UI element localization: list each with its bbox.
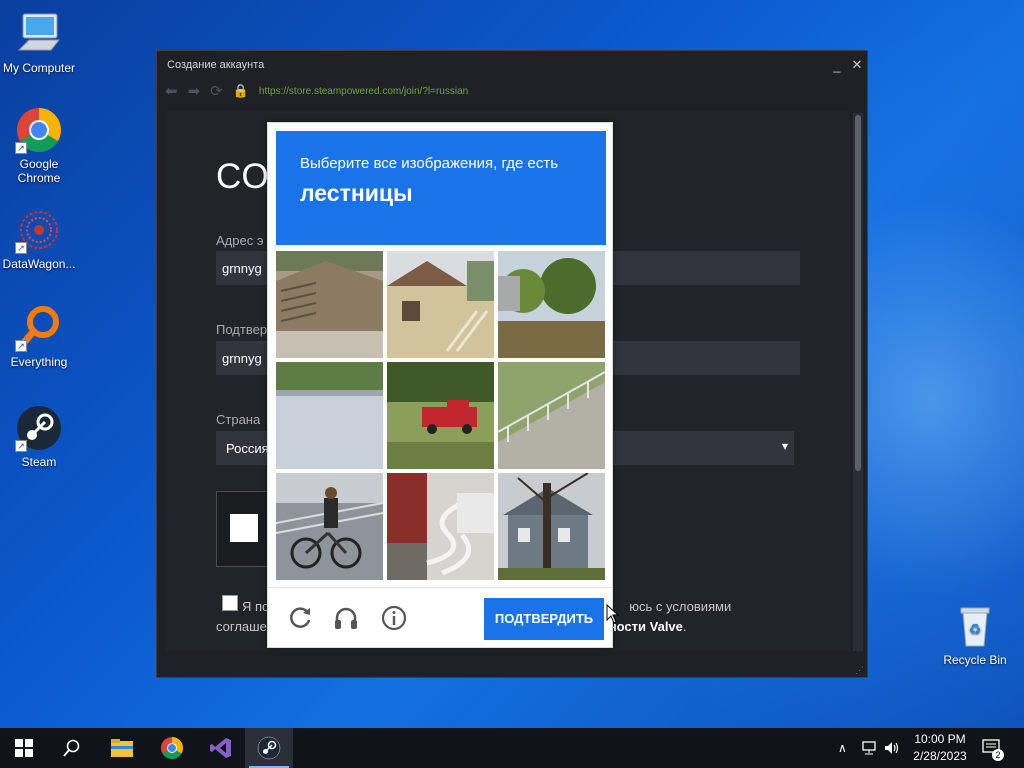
hcaptcha-challenge: Выберите все изображения, где есть лестн… bbox=[267, 122, 613, 648]
desktop-icon-google-chrome[interactable]: ↗ Google Chrome bbox=[0, 106, 78, 185]
shortcut-arrow-icon: ↗ bbox=[15, 142, 27, 154]
search-icon bbox=[63, 739, 80, 757]
notification-center-button[interactable]: 2 bbox=[982, 728, 1004, 768]
desktop-icon-recycle-bin[interactable]: ♻ Recycle Bin bbox=[936, 602, 1014, 667]
url-text[interactable]: https://store.steampowered.com/join/?l=r… bbox=[259, 86, 468, 97]
show-hidden-icons-button[interactable]: ∧ bbox=[838, 728, 847, 768]
challenge-image-grid bbox=[276, 251, 606, 581]
forward-arrow-icon[interactable]: ➡ bbox=[188, 82, 201, 100]
start-button[interactable] bbox=[0, 728, 48, 768]
challenge-tile-outdoor-stairs[interactable] bbox=[276, 251, 383, 358]
desktop-icon-datawagon[interactable]: ↗ DataWagon... bbox=[0, 206, 78, 271]
steam-icon: ↗ bbox=[15, 404, 63, 452]
chrome-icon bbox=[161, 737, 183, 759]
taskbar-visual-studio[interactable] bbox=[197, 728, 245, 768]
taskbar-search-button[interactable] bbox=[48, 728, 96, 768]
clock-time: 10:00 PM bbox=[914, 732, 966, 746]
challenge-tile-house-tree[interactable] bbox=[498, 473, 605, 580]
email-label: Адрес э bbox=[216, 233, 264, 248]
everything-search-icon: ↗ bbox=[15, 304, 63, 352]
desktop-icon-label: Recycle Bin bbox=[943, 653, 1007, 667]
volume-icon[interactable] bbox=[884, 728, 900, 768]
challenge-tile-stairway-railing[interactable] bbox=[498, 362, 605, 469]
taskbar: ∧ 10:00 PM 2/28/2023 2 bbox=[0, 728, 1024, 768]
steam-icon bbox=[257, 736, 281, 760]
taskbar-steam[interactable] bbox=[245, 728, 293, 768]
headphones-audio-icon[interactable] bbox=[332, 604, 360, 632]
challenge-tile-spiral-staircase[interactable] bbox=[387, 473, 494, 580]
challenge-tile-red-truck[interactable] bbox=[387, 362, 494, 469]
challenge-tile-cyclist[interactable] bbox=[276, 473, 383, 580]
window-title: Создание аккаунта bbox=[167, 59, 265, 71]
challenge-header: Выберите все изображения, где есть лестн… bbox=[276, 131, 606, 245]
desktop-icon-label: Everything bbox=[10, 355, 68, 369]
country-label: Страна bbox=[216, 412, 261, 427]
shortcut-arrow-icon: ↗ bbox=[15, 340, 27, 352]
clock-date: 2/28/2023 bbox=[913, 749, 967, 763]
file-explorer-icon bbox=[111, 739, 133, 757]
close-button[interactable]: ✕ bbox=[847, 57, 867, 73]
challenge-tile-sidewalk-planter[interactable] bbox=[276, 362, 383, 469]
recycle-bin-icon: ♻ bbox=[951, 602, 999, 650]
system-clock[interactable]: 10:00 PM 2/28/2023 bbox=[900, 731, 980, 765]
desktop-icon-label: Google Chrome bbox=[17, 157, 61, 185]
network-icon[interactable] bbox=[862, 728, 878, 768]
confirm-email-label: Подтвер bbox=[216, 322, 268, 337]
challenge-tile-house-stairs[interactable] bbox=[387, 251, 494, 358]
notification-badge: 2 bbox=[992, 749, 1004, 761]
chrome-icon: ↗ bbox=[15, 106, 63, 154]
computer-icon bbox=[15, 10, 63, 58]
shortcut-arrow-icon: ↗ bbox=[15, 440, 27, 452]
chevron-up-icon: ∧ bbox=[838, 741, 847, 755]
window-titlebar[interactable]: Создание аккаунта _ ✕ bbox=[157, 51, 867, 79]
challenge-footer: ПОДТВЕРДИТЬ bbox=[268, 587, 612, 647]
visual-studio-icon bbox=[210, 738, 231, 758]
mouse-cursor-icon bbox=[606, 603, 620, 629]
desktop-icon-my-computer[interactable]: My Computer bbox=[0, 10, 78, 75]
reload-icon[interactable]: ⟳ bbox=[210, 82, 223, 100]
datawagon-icon: ↗ bbox=[15, 206, 63, 254]
start-icon bbox=[15, 739, 33, 757]
challenge-tile-yard-trees[interactable] bbox=[498, 251, 605, 358]
info-icon[interactable] bbox=[380, 604, 408, 632]
taskbar-file-explorer[interactable] bbox=[98, 728, 146, 768]
refresh-icon[interactable] bbox=[286, 604, 314, 632]
vertical-scrollbar[interactable] bbox=[853, 113, 863, 651]
country-value: Россия bbox=[226, 441, 269, 456]
challenge-prompt: Выберите все изображения, где есть bbox=[300, 155, 559, 172]
challenge-target: лестницы bbox=[300, 180, 413, 206]
browser-navbar: ⬅ ➡ ⟳ 🔒 https://store.steampowered.com/j… bbox=[157, 79, 867, 103]
verify-button[interactable]: ПОДТВЕРДИТЬ bbox=[484, 598, 604, 640]
svg-text:♻: ♻ bbox=[969, 622, 982, 638]
shortcut-arrow-icon: ↗ bbox=[15, 242, 27, 254]
desktop-icon-label: My Computer bbox=[2, 61, 76, 75]
desktop-icon-label: DataWagon... bbox=[2, 257, 76, 271]
chevron-down-icon: ▾ bbox=[781, 439, 788, 453]
taskbar-chrome[interactable] bbox=[148, 728, 196, 768]
desktop-icon-label: Steam bbox=[21, 455, 57, 469]
captcha-checkbox[interactable] bbox=[230, 514, 258, 542]
desktop-icon-everything[interactable]: ↗ Everything bbox=[0, 304, 78, 369]
desktop-icon-steam[interactable]: ↗ Steam bbox=[0, 404, 78, 469]
resize-grip-icon[interactable]: ⋰ bbox=[855, 665, 865, 675]
back-arrow-icon[interactable]: ⬅ bbox=[165, 82, 178, 100]
lock-icon: 🔒 bbox=[232, 83, 249, 98]
scrollbar-thumb[interactable] bbox=[855, 115, 861, 471]
minimize-button[interactable]: _ bbox=[827, 58, 847, 73]
